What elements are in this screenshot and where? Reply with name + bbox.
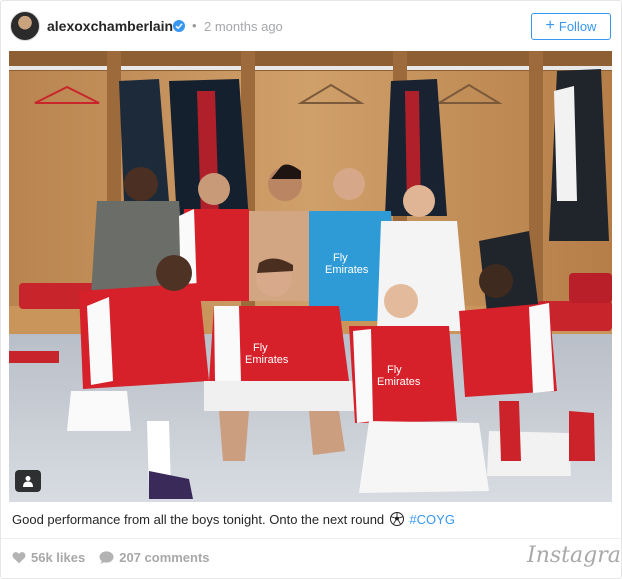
- verified-badge-icon: [173, 20, 185, 32]
- heart-icon: [12, 551, 26, 563]
- likes-count[interactable]: 56k likes: [12, 550, 85, 565]
- svg-text:Emirates: Emirates: [245, 354, 289, 366]
- instagram-logo[interactable]: Instagram: [527, 543, 622, 568]
- instagram-post-card: alexoxchamberlain • 2 months ago + Follo…: [0, 0, 622, 579]
- avatar[interactable]: [10, 11, 40, 41]
- svg-text:Fly: Fly: [387, 364, 402, 376]
- follow-label: Follow: [558, 19, 597, 34]
- post-timestamp[interactable]: 2 months ago: [204, 19, 283, 34]
- post-caption: Good performance from all the boys tonig…: [12, 512, 455, 527]
- likes-label: 56k likes: [31, 549, 86, 565]
- svg-text:Emirates: Emirates: [325, 264, 369, 276]
- user-tag-icon[interactable]: [15, 470, 41, 492]
- soccer-ball-emoji: [389, 512, 404, 526]
- comment-icon: [99, 550, 114, 564]
- caption-text: Good performance from all the boys tonig…: [12, 512, 385, 527]
- plus-icon: +: [545, 17, 555, 34]
- divider: [1, 538, 621, 539]
- follow-button[interactable]: + Follow: [531, 13, 611, 40]
- post-header: alexoxchamberlain • 2 months ago + Follo…: [1, 1, 621, 51]
- svg-text:Fly: Fly: [333, 252, 348, 264]
- comments-label: 207 comments: [119, 549, 210, 565]
- engagement-stats: 56k likes 207 comments: [12, 548, 210, 566]
- username-link[interactable]: alexoxchamberlain: [47, 18, 173, 34]
- hashtag-link[interactable]: #COYG: [409, 512, 455, 527]
- comments-count[interactable]: 207 comments: [99, 549, 210, 565]
- post-photo[interactable]: Fly Emirates Fly Emirates Fly Emirates: [9, 51, 612, 502]
- svg-text:Fly: Fly: [253, 342, 268, 354]
- header-separator: •: [192, 18, 197, 33]
- svg-text:Emirates: Emirates: [377, 376, 421, 388]
